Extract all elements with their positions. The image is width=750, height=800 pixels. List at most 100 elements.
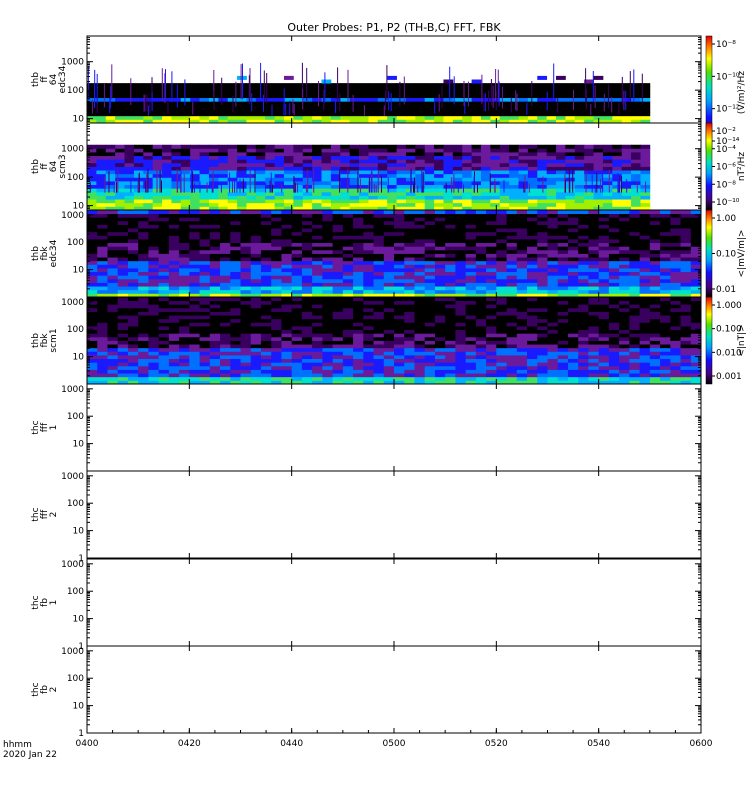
spectral-cell — [537, 365, 548, 370]
spectral-cell — [537, 210, 548, 215]
spectral-cell — [127, 235, 139, 240]
spectral-cell — [353, 228, 364, 233]
spectral-cell — [199, 170, 210, 175]
spectral-cell — [209, 362, 221, 367]
spectral-cell — [475, 355, 487, 360]
spectral-cell — [424, 260, 436, 265]
spectral-cell — [578, 307, 589, 312]
spectral-cell — [414, 351, 426, 356]
spectral-cell — [612, 101, 623, 106]
spectral-streak — [221, 77, 223, 105]
spectral-cell — [660, 315, 671, 320]
spectral-cell — [465, 220, 477, 225]
spectral-cell — [680, 333, 692, 338]
spectral-cell — [353, 246, 364, 251]
spectral-cell — [117, 373, 129, 378]
spectral-cell — [574, 115, 585, 120]
spectral-cell — [394, 351, 405, 356]
spectral-cell — [546, 83, 557, 88]
spectral-cell — [588, 213, 600, 218]
spectral-cell — [455, 268, 467, 273]
spectral-cell — [283, 170, 294, 175]
spectral-cell — [189, 278, 200, 283]
spectral-cell — [138, 210, 149, 215]
spectral-cell — [332, 340, 344, 345]
spectral-cell — [322, 369, 333, 374]
spectral-cell — [639, 213, 651, 218]
spectral-cell — [574, 166, 585, 171]
spectral-cell — [230, 318, 241, 323]
spectral-cell — [143, 159, 154, 164]
spectral-cell — [486, 376, 497, 381]
spectral-cell — [680, 210, 692, 215]
spectral-cell — [281, 249, 293, 254]
spectral-cell — [640, 159, 651, 164]
spectral-cell — [293, 162, 304, 167]
spectral-cell — [424, 315, 436, 320]
spectral-cell — [475, 307, 487, 312]
spectral-cell — [237, 86, 247, 91]
spectral-cell — [404, 322, 415, 327]
spectral-cell — [631, 184, 641, 189]
spectral-cell — [312, 340, 323, 345]
spectral-cell — [537, 246, 548, 251]
spectral-streak — [176, 169, 178, 193]
spectral-cell — [127, 268, 139, 273]
spectral-cell — [127, 347, 139, 352]
spectral-cell — [404, 260, 415, 265]
spectral-cell — [394, 224, 405, 229]
spectral-cell — [179, 231, 190, 236]
spectral-cell — [506, 213, 518, 218]
spectral-cell — [455, 347, 467, 352]
spectral-cell — [639, 282, 651, 287]
spectral-streak — [488, 90, 489, 111]
spectral-cell — [404, 300, 415, 305]
spectral-cell — [138, 253, 149, 258]
spectral-cell — [332, 358, 344, 363]
spectral-cell — [230, 260, 241, 265]
spectral-cell — [414, 224, 426, 229]
spectral-cell — [434, 166, 444, 171]
spectral-cell — [373, 333, 385, 338]
spectral-cell — [506, 257, 518, 262]
spectral-cell — [312, 108, 322, 113]
spectral-cell — [680, 369, 692, 374]
spectral-cell — [480, 173, 491, 178]
spectral-cell — [220, 235, 231, 240]
spectral-cell — [368, 148, 379, 153]
spectral-cell — [220, 239, 231, 244]
spectral-cell — [359, 144, 369, 149]
spectral-cell — [608, 239, 620, 244]
spectral-cell — [97, 210, 108, 215]
spectral-cell — [148, 235, 160, 240]
spectral-cell — [527, 369, 538, 374]
spectral-cell — [199, 336, 211, 341]
spectral-cell — [353, 249, 364, 254]
spectral-cell — [342, 228, 354, 233]
spectral-cell — [537, 162, 548, 167]
spectral-cell — [424, 155, 435, 160]
spectral-cell — [138, 376, 149, 381]
spectral-cell — [274, 195, 285, 200]
spectral-cell — [138, 326, 149, 331]
spectral-cell — [598, 358, 610, 363]
spectral-cell — [415, 199, 426, 204]
spectral-cell — [363, 220, 374, 225]
spectral-streak — [388, 91, 390, 111]
spectral-cell — [107, 268, 119, 273]
spectral-streak — [147, 105, 149, 116]
spectral-cell — [148, 373, 160, 378]
spectral-cell — [96, 112, 107, 117]
spectral-cell — [260, 231, 272, 236]
spectral-cell — [124, 115, 135, 120]
spectral-cell — [107, 358, 119, 363]
spectral-cell — [332, 246, 344, 251]
spectral-cell — [240, 268, 252, 273]
spectral-cell — [199, 300, 211, 305]
spectral-cell — [537, 191, 548, 196]
spectral-cell — [281, 268, 293, 273]
spectral-cell — [465, 286, 477, 291]
spectral-cell — [396, 94, 407, 99]
spectral-cell — [556, 86, 566, 91]
spectral-cell — [621, 108, 632, 113]
